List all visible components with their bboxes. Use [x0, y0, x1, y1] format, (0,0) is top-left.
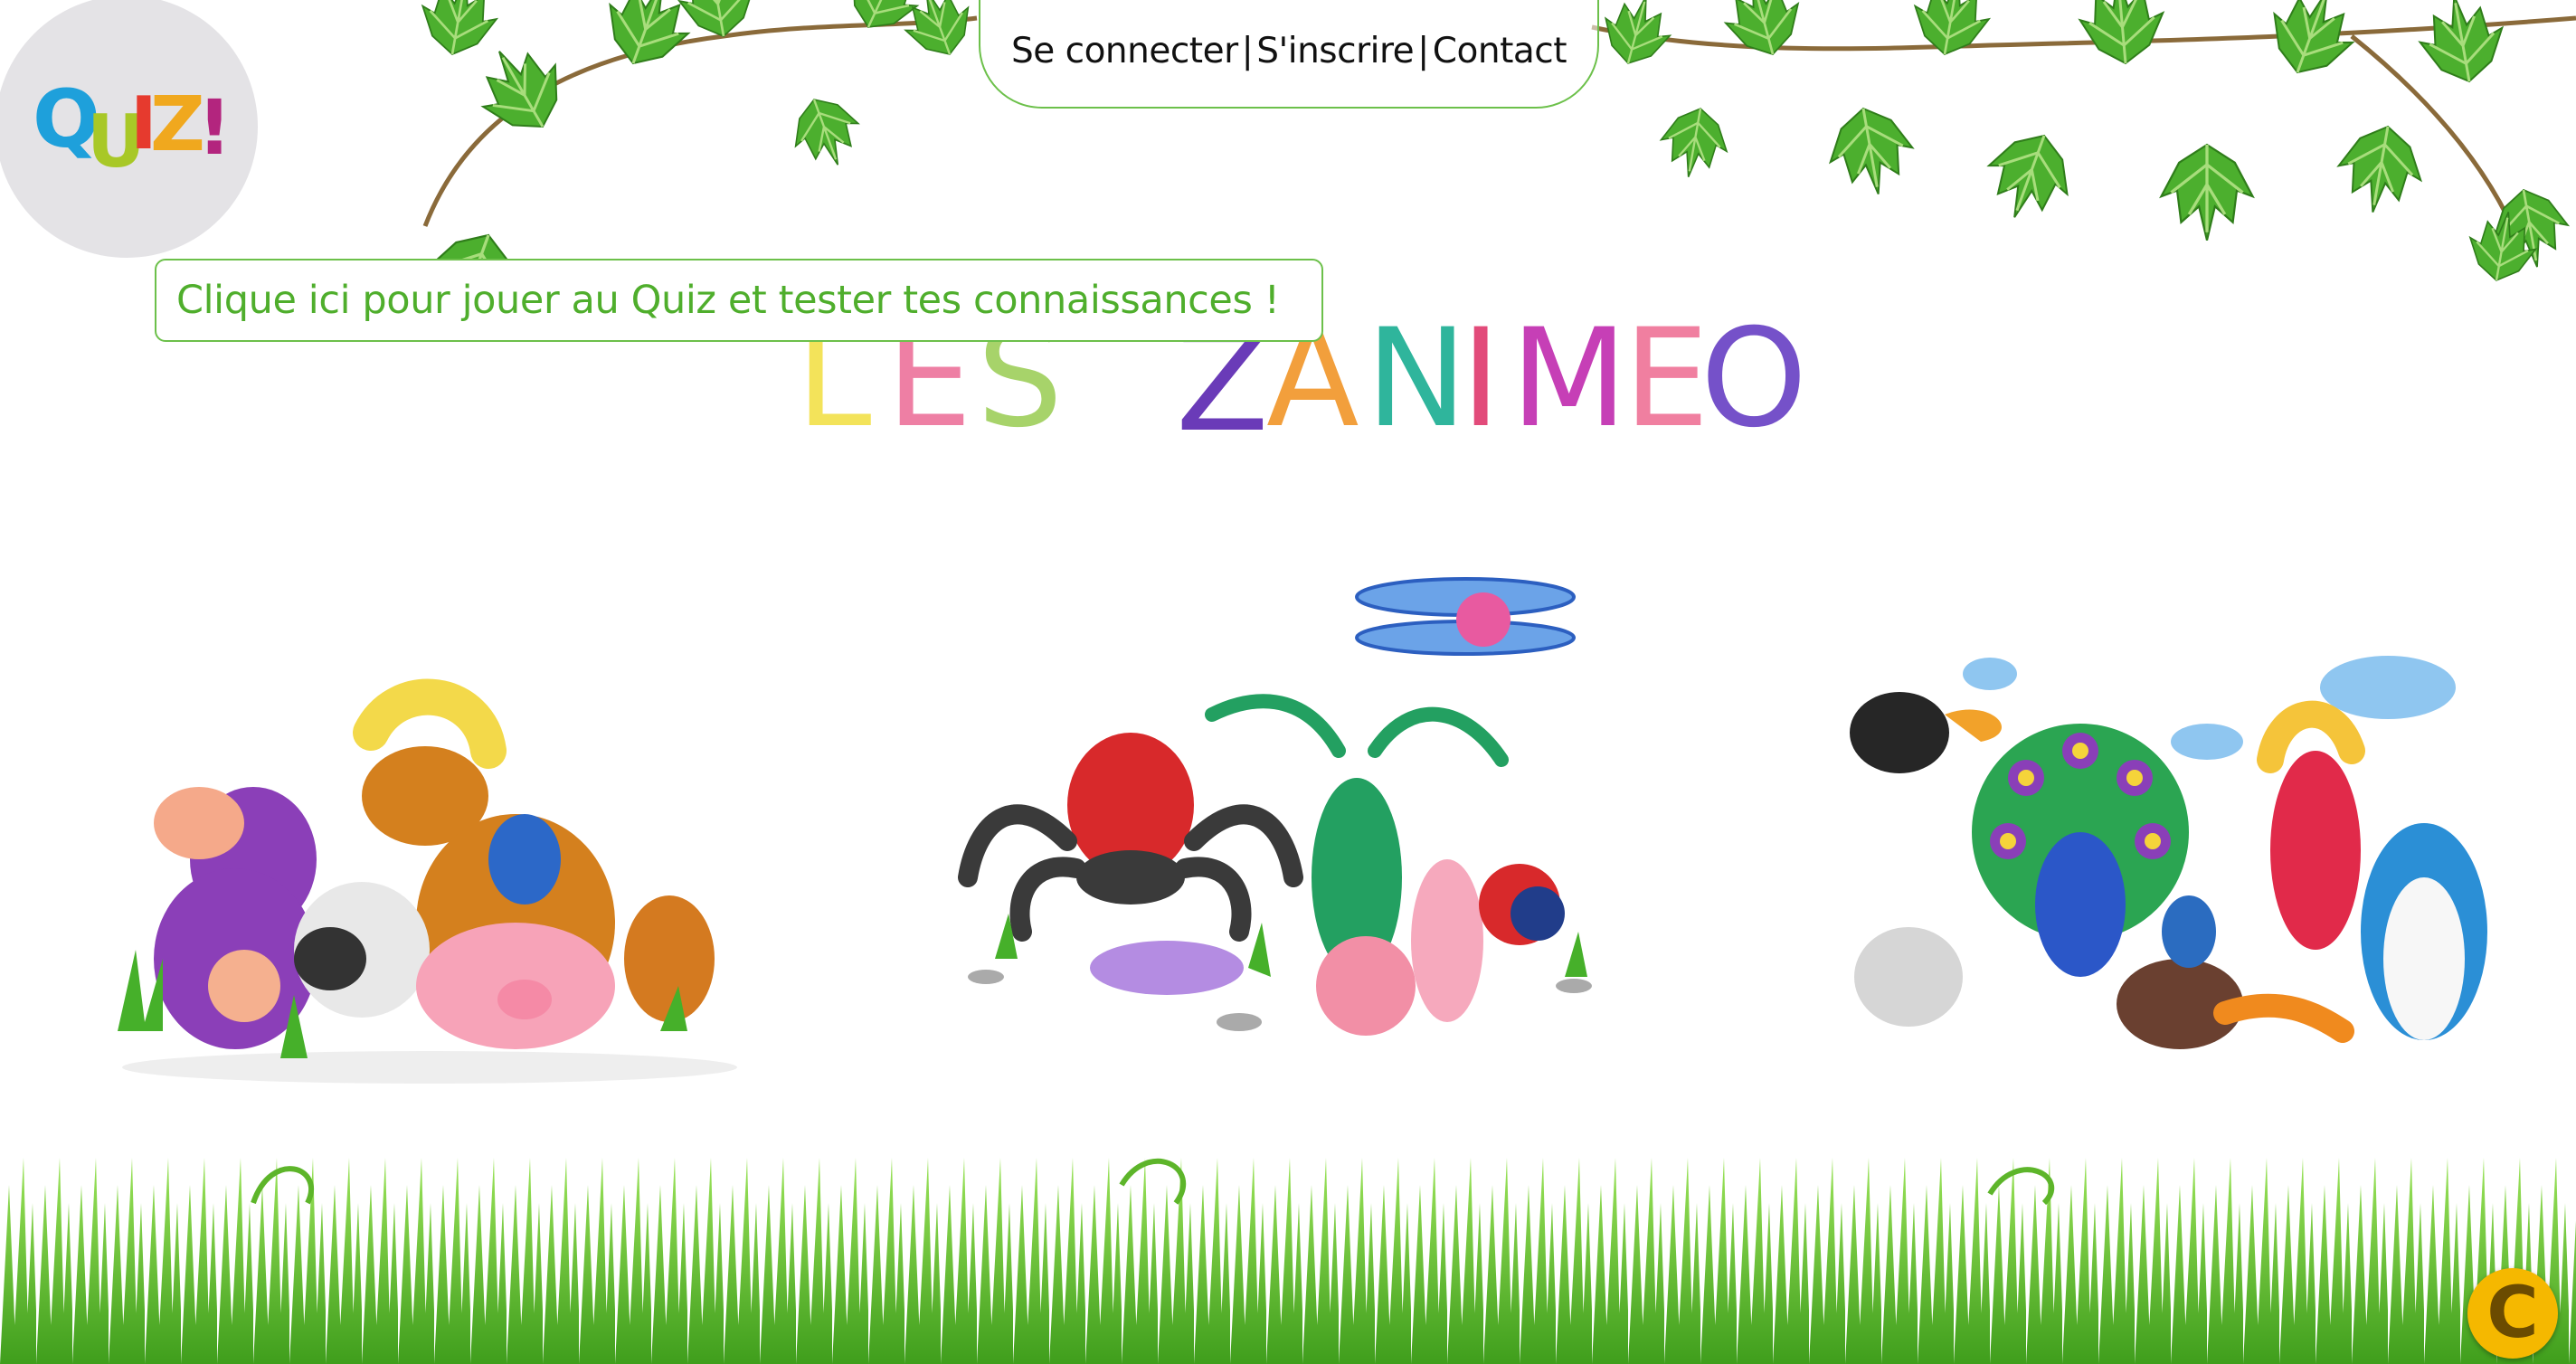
- svg-text:I: I: [1461, 300, 1501, 443]
- svg-text:!: !: [197, 83, 223, 172]
- copyright-badge[interactable]: C: [2467, 1268, 2558, 1359]
- contact-link[interactable]: Contact: [1433, 31, 1567, 71]
- signup-link[interactable]: S'inscrire: [1256, 31, 1414, 71]
- svg-text:O: O: [1700, 300, 1807, 443]
- nav-separator: |: [1241, 31, 1254, 71]
- top-nav: Se connecter | S'inscrire | Contact: [979, 0, 1599, 109]
- svg-text:E: E: [1624, 300, 1709, 443]
- svg-text:M: M: [1511, 300, 1627, 443]
- farm-animals-illustration[interactable]: [99, 651, 760, 1085]
- svg-text:N: N: [1366, 300, 1467, 443]
- grass-decoration: [0, 1149, 2576, 1364]
- nav-separator: |: [1417, 31, 1429, 71]
- quiz-logo[interactable]: Q U I Z !: [33, 76, 223, 175]
- login-link[interactable]: Se connecter: [1011, 31, 1238, 71]
- bugs-illustration[interactable]: [941, 552, 1637, 1067]
- birds-illustration[interactable]: [1809, 633, 2496, 1085]
- quiz-callout[interactable]: Clique ici pour jouer au Quiz et tester …: [155, 259, 1323, 342]
